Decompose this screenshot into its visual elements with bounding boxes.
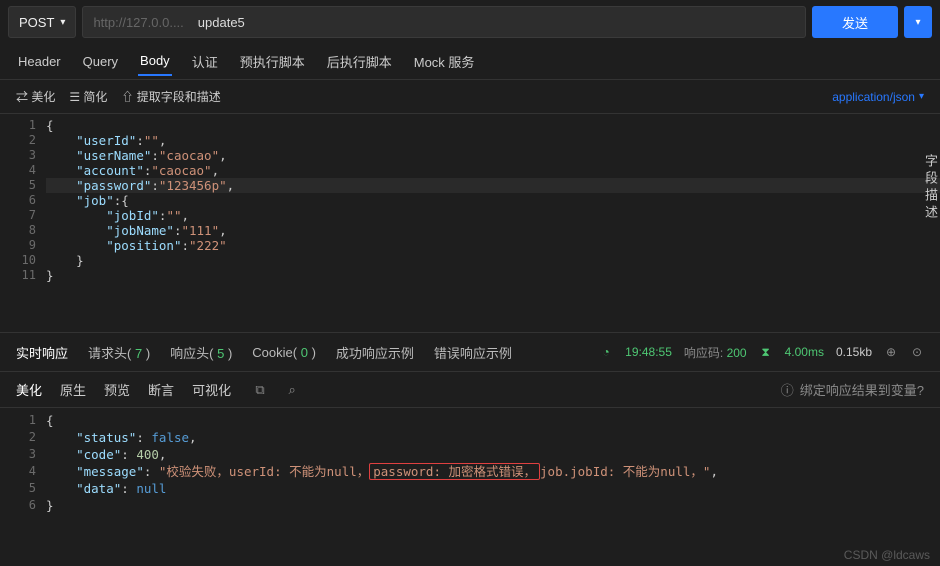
response-tab[interactable]: 请求头( 7 ) bbox=[88, 343, 150, 362]
url-input[interactable]: http://127.0.0.... update5 bbox=[82, 6, 806, 38]
tab-header[interactable]: Header bbox=[16, 48, 63, 75]
clock-icon: ◔ bbox=[599, 345, 613, 359]
beautify-button[interactable]: ⇄ 美化 bbox=[16, 88, 55, 105]
hourglass-icon: ⧗ bbox=[759, 345, 773, 360]
response-duration: 4.00ms bbox=[785, 345, 824, 359]
method-label: POST bbox=[19, 15, 54, 30]
send-dropdown[interactable]: ▾ bbox=[904, 6, 932, 38]
request-tabs: Header Query Body 认证预执行脚本后执行脚本 Mock 服务 bbox=[0, 44, 940, 80]
view-tab-0[interactable]: 美化 bbox=[16, 380, 42, 399]
response-view-tabs: 美化原生预览断言可视化 ⧉ ⌕ ⓘ 绑定响应结果到变量? bbox=[0, 372, 940, 408]
chevron-down-icon: ▾ bbox=[915, 17, 920, 28]
response-tab[interactable]: 错误响应示例 bbox=[434, 343, 512, 362]
field-description-panel-toggle[interactable]: 字段描述 bbox=[916, 154, 940, 222]
response-tab[interactable]: 响应头( 5 ) bbox=[170, 343, 232, 362]
chevron-down-icon: ▾ bbox=[60, 17, 65, 28]
tab-预执行脚本[interactable]: 预执行脚本 bbox=[238, 46, 307, 77]
response-size: 0.15kb bbox=[836, 345, 872, 359]
tab-body[interactable]: Body bbox=[138, 47, 172, 76]
request-body-editor[interactable]: 1234567891011 { "userId":"", "userName":… bbox=[0, 114, 940, 324]
copy-icon[interactable]: ⧉ bbox=[253, 382, 267, 398]
extract-fields-button[interactable]: ⇧ 提取字段和描述 bbox=[121, 88, 220, 105]
globe-icon[interactable]: ⊕ bbox=[884, 345, 898, 359]
bind-result-link[interactable]: 绑定响应结果到变量? bbox=[800, 380, 924, 399]
response-tab[interactable]: 实时响应 bbox=[16, 343, 68, 362]
response-tab[interactable]: Cookie( 0 ) bbox=[252, 345, 316, 360]
response-time: 19:48:55 bbox=[625, 345, 672, 359]
search-icon[interactable]: ⌕ bbox=[285, 382, 299, 398]
body-toolbar: ⇄ 美化 ☰ 简化 ⇧ 提取字段和描述 application/json ▾ bbox=[0, 80, 940, 114]
status-code: 200 bbox=[727, 346, 747, 360]
simplify-button[interactable]: ☰ 简化 bbox=[69, 88, 107, 105]
status-label: 响应码: bbox=[684, 346, 723, 360]
code-area: { "status": false, "code": 400, "message… bbox=[46, 408, 940, 528]
code-area[interactable]: { "userId":"", "userName":"caocao", "acc… bbox=[46, 114, 940, 324]
url-placeholder: http://127.0.0.... bbox=[93, 15, 183, 30]
tab-后执行脚本[interactable]: 后执行脚本 bbox=[325, 46, 394, 77]
response-tab[interactable]: 成功响应示例 bbox=[336, 343, 414, 362]
view-tab-4[interactable]: 可视化 bbox=[192, 380, 231, 399]
watermark: CSDN @ldcaws bbox=[844, 548, 930, 562]
line-gutter: 123456 bbox=[0, 408, 46, 528]
help-icon[interactable]: ⓘ bbox=[781, 380, 794, 399]
request-name: update5 bbox=[198, 15, 245, 30]
tab-mock 服务[interactable]: Mock 服务 bbox=[412, 46, 477, 77]
response-body-editor[interactable]: 123456 { "status": false, "code": 400, "… bbox=[0, 408, 940, 528]
tab-认证[interactable]: 认证 bbox=[190, 46, 220, 77]
view-tab-1[interactable]: 原生 bbox=[60, 380, 86, 399]
send-button[interactable]: 发送 bbox=[812, 6, 898, 38]
more-icon[interactable]: ⊙ bbox=[910, 345, 924, 359]
chevron-down-icon: ▾ bbox=[919, 91, 924, 102]
http-method-select[interactable]: POST ▾ bbox=[8, 6, 76, 38]
line-gutter: 1234567891011 bbox=[0, 114, 46, 324]
response-meta: ◔ 19:48:55 响应码: 200 ⧗ 4.00ms 0.15kb ⊕ ⊙ bbox=[599, 344, 924, 361]
view-tab-3[interactable]: 断言 bbox=[148, 380, 174, 399]
content-type-select[interactable]: application/json ▾ bbox=[832, 90, 924, 104]
view-tab-2[interactable]: 预览 bbox=[104, 380, 130, 399]
tab-query[interactable]: Query bbox=[81, 48, 120, 75]
response-tabs: 实时响应 请求头( 7 ) 响应头( 5 ) Cookie( 0 ) 成功响应示例 错误响… bbox=[0, 332, 940, 372]
